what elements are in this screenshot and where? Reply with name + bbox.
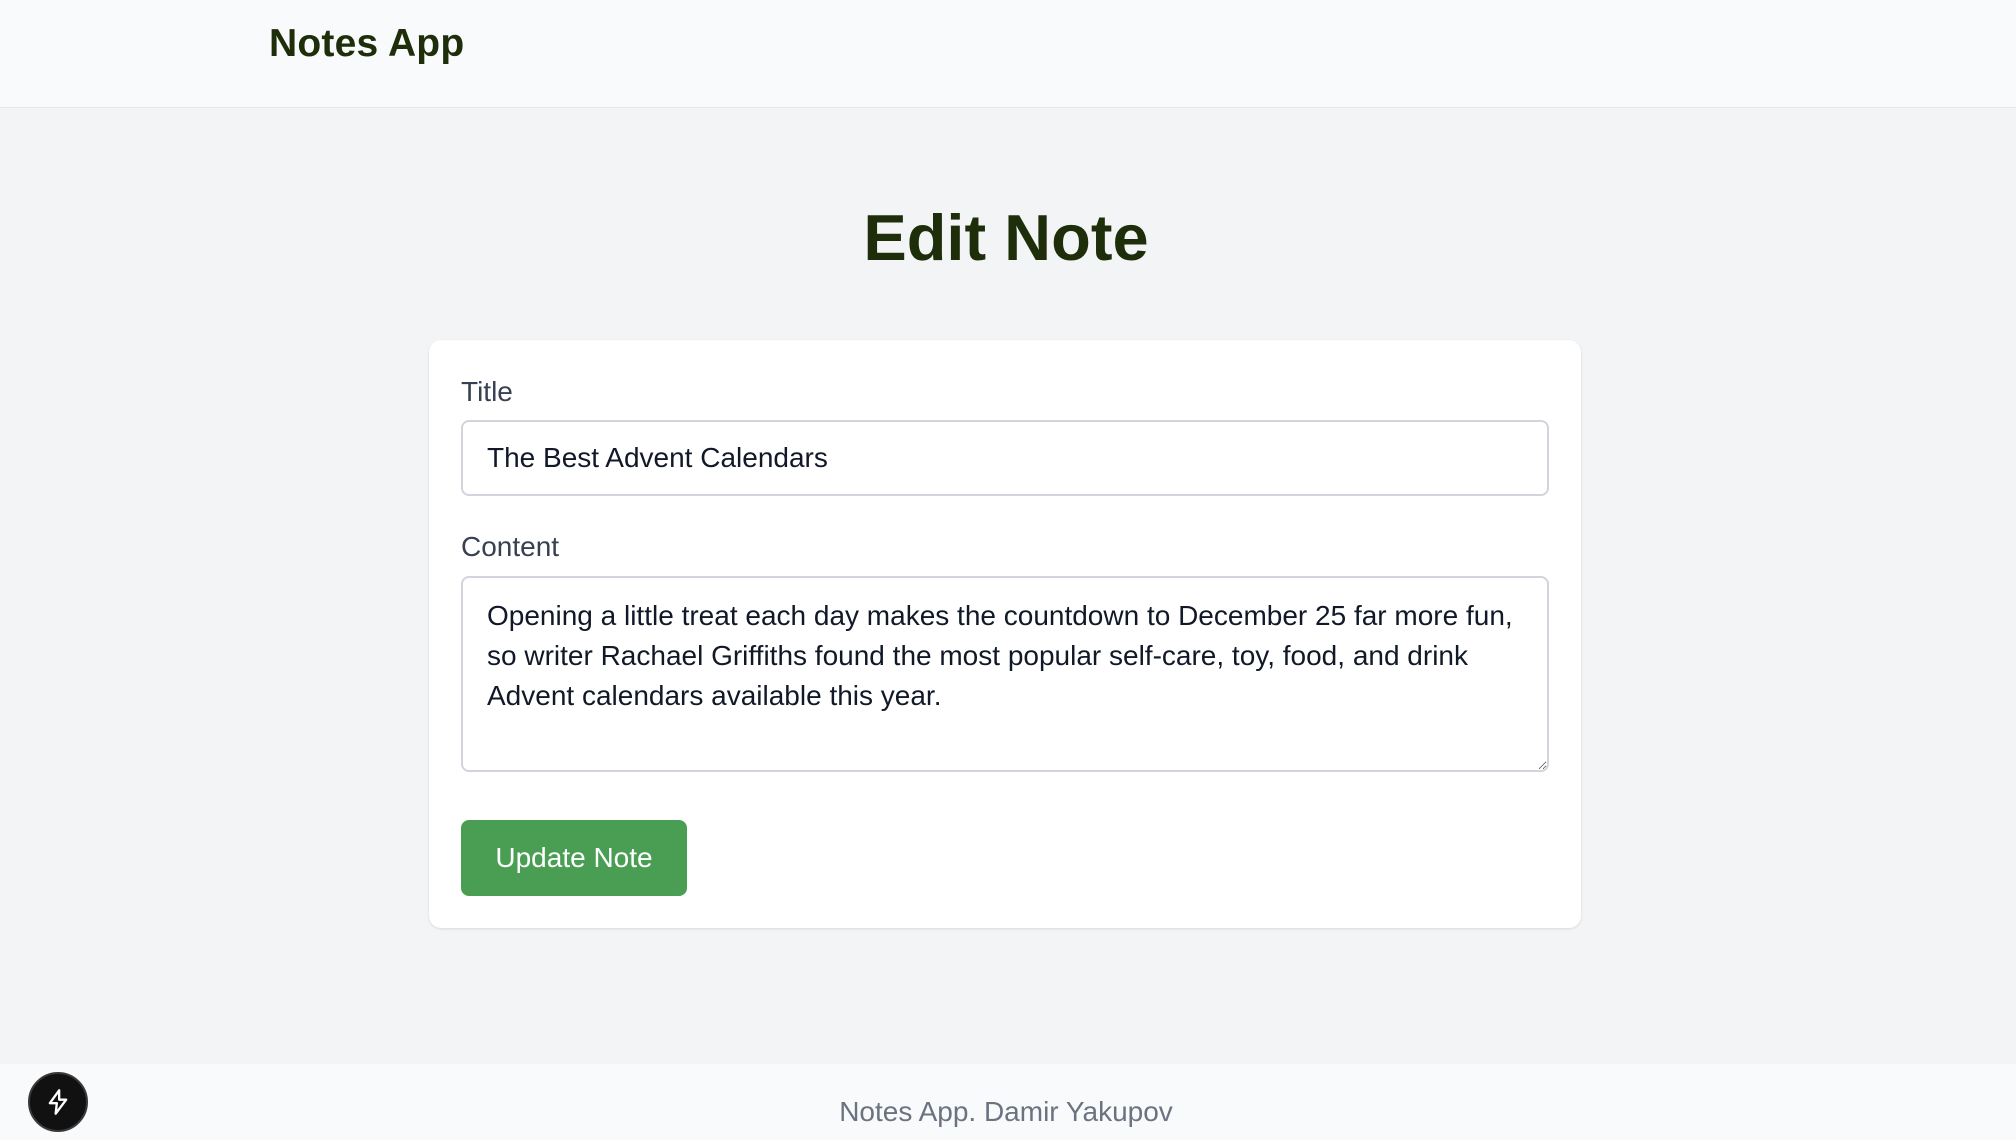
lightning-bolt-icon (48, 1089, 68, 1115)
footer: Notes App. Damir Yakupov (0, 1064, 2016, 1140)
page-title: Edit Note (863, 201, 1149, 274)
dev-tools-button[interactable] (28, 1072, 88, 1132)
app-brand[interactable]: Notes App (269, 22, 464, 66)
edit-note-form: Title Content Opening a little treat eac… (429, 340, 1581, 928)
update-note-button[interactable]: Update Note (461, 820, 687, 896)
title-label: Title (461, 376, 513, 407)
footer-text: Notes App. Damir Yakupov (839, 1096, 1173, 1127)
top-navbar: Notes App (0, 0, 2016, 108)
title-input[interactable] (461, 420, 1549, 496)
content-label: Content (461, 531, 560, 562)
content-textarea[interactable]: Opening a little treat each day makes th… (461, 576, 1549, 772)
